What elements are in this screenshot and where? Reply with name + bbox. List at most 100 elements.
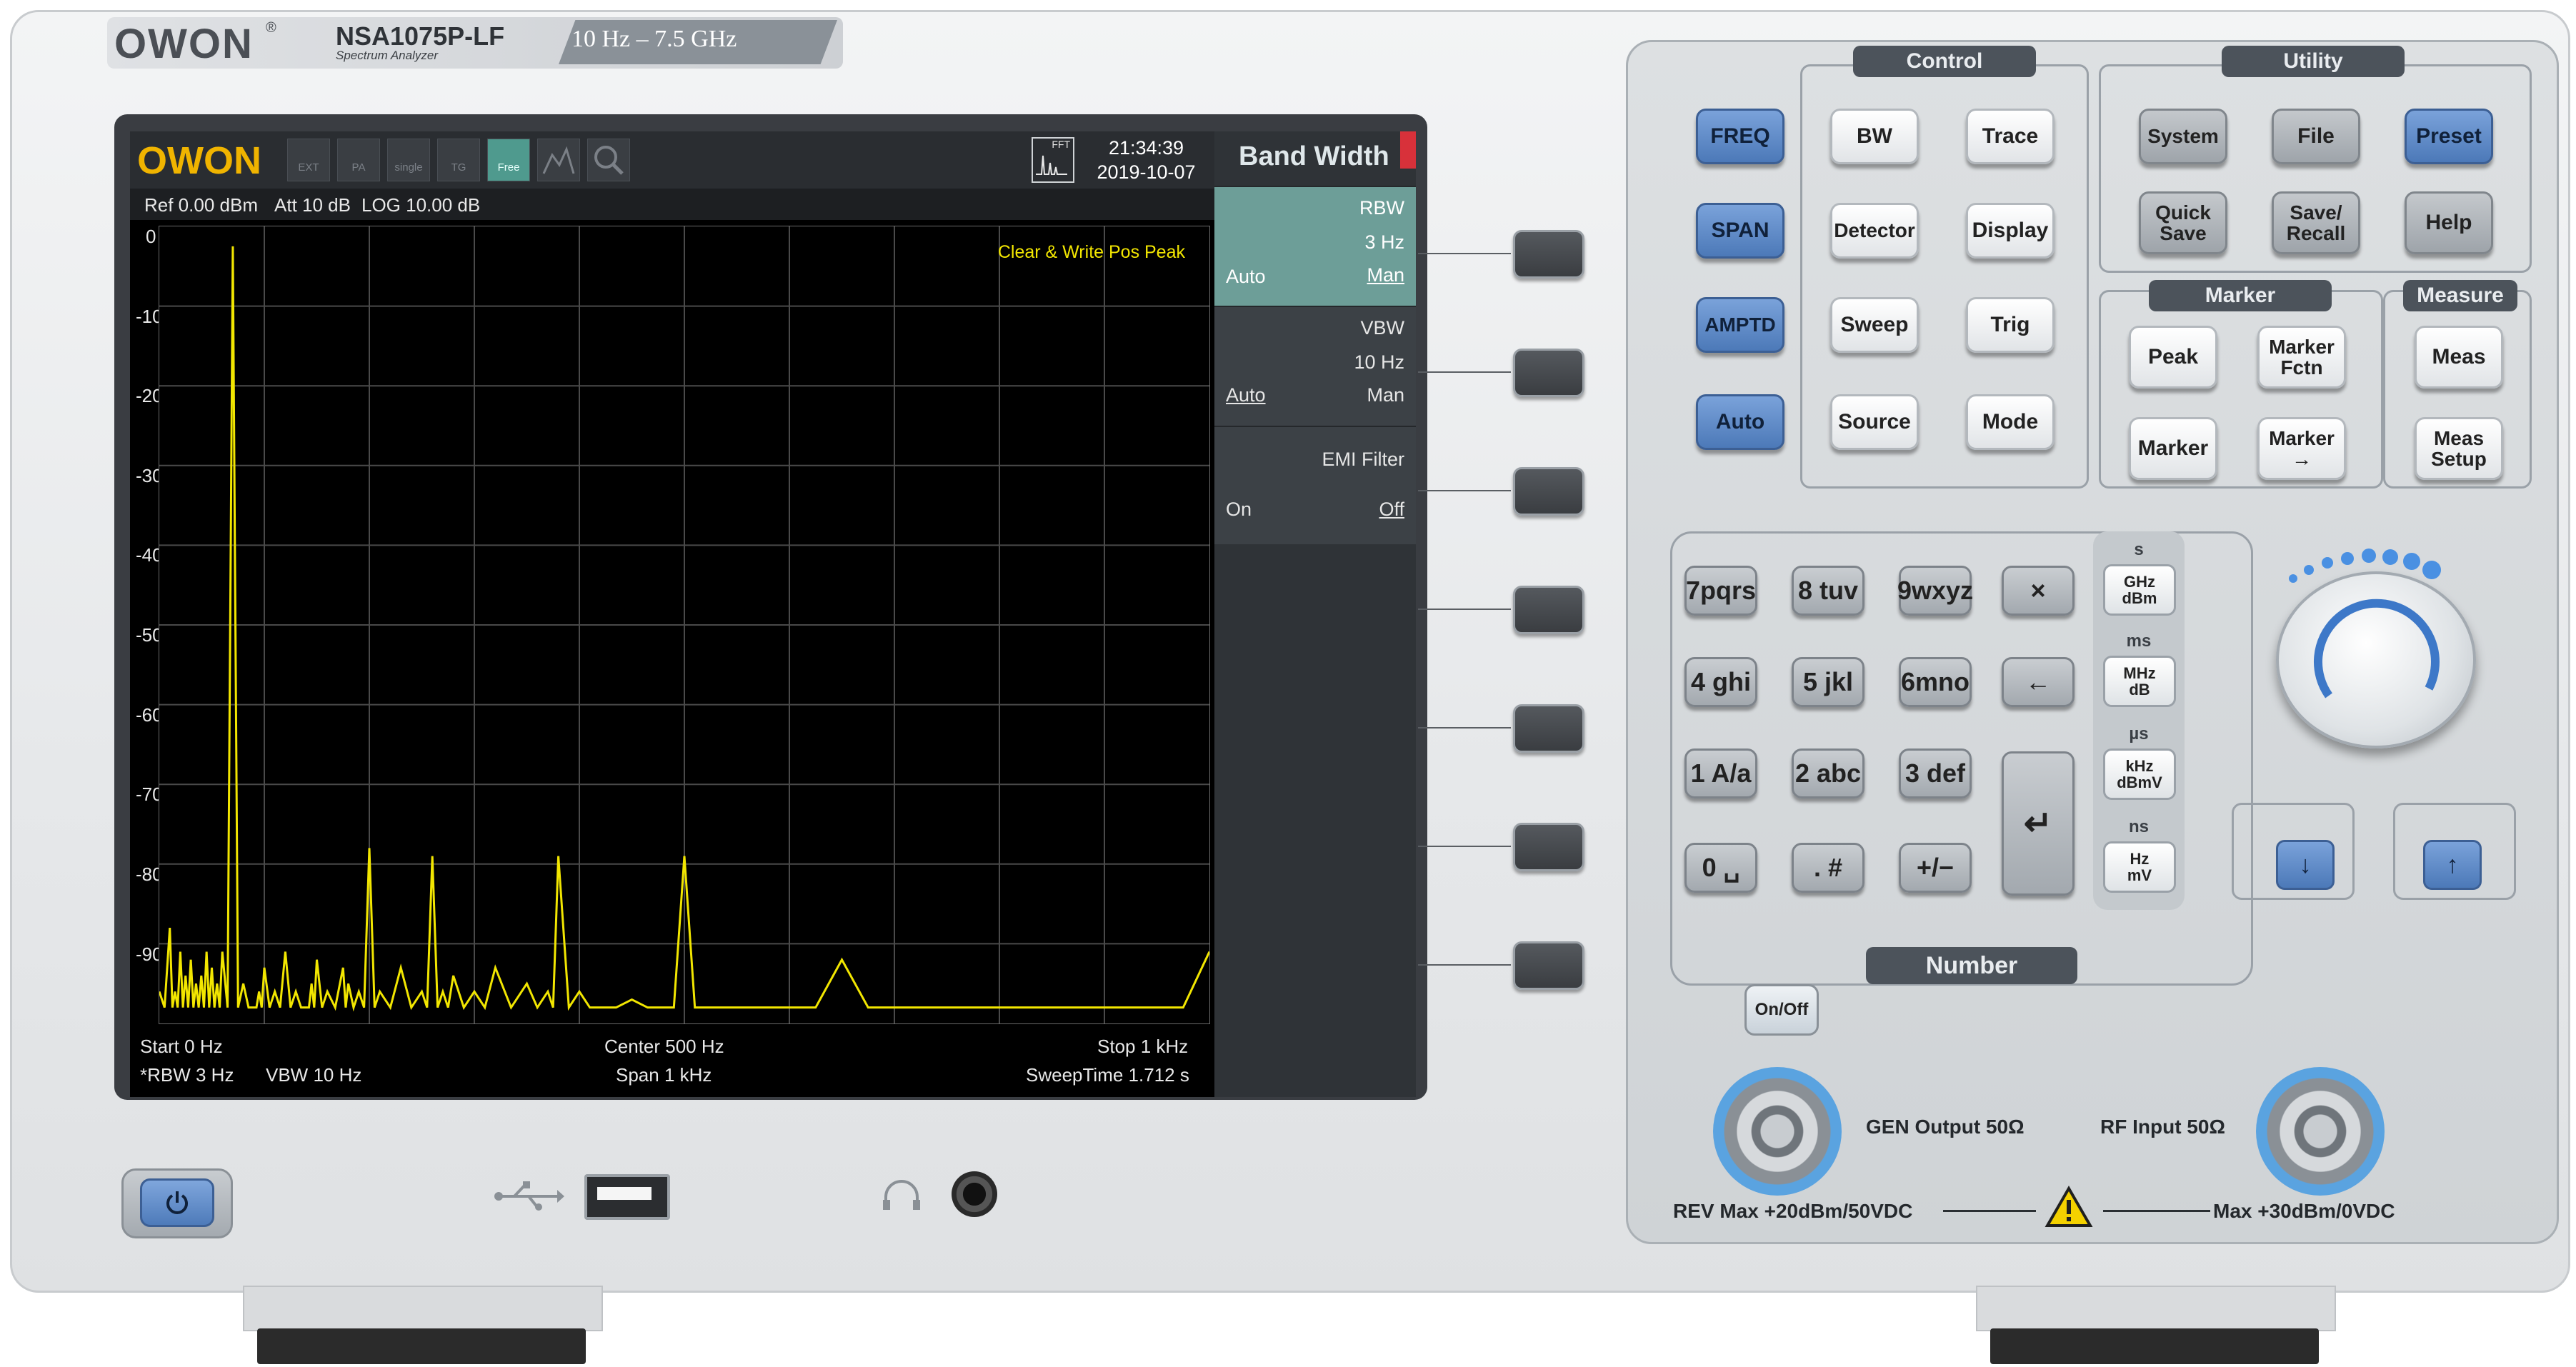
control-group-title: Control (1853, 46, 2036, 77)
power-icon (166, 1191, 188, 1214)
ghz-dbm-key[interactable]: GHz dBm (2103, 564, 2176, 616)
center-frequency: Center 500 Hz (604, 1036, 724, 1057)
mhz-db-key[interactable]: MHz dB (2103, 656, 2176, 707)
meas-key[interactable]: Meas (2415, 326, 2503, 389)
key-plus-minus[interactable]: +/− (1899, 843, 1972, 893)
usb-icon (493, 1180, 564, 1213)
up-arrow-key[interactable]: ↑ (2423, 840, 2482, 890)
preset-key[interactable]: Preset (2405, 109, 2493, 164)
unit-label-s: s (2134, 540, 2144, 559)
file-key[interactable]: File (2272, 109, 2360, 164)
softkey-4[interactable] (1513, 586, 1584, 634)
key-1[interactable]: 1 A/a (1684, 748, 1757, 798)
key-dot[interactable]: . # (1792, 843, 1864, 893)
down-arrow-key[interactable]: ↓ (2276, 840, 2335, 890)
help-key[interactable]: Help (2405, 191, 2493, 254)
brand-logo: OWON (114, 21, 254, 67)
softkey-menu: Band Width RBW 3 Hz Auto Man VBW 10 Hz A… (1214, 131, 1416, 1097)
number-group-title: Number (1866, 947, 2077, 984)
fft-icon: FFT (1032, 137, 1074, 183)
stop-frequency: Stop 1 kHz (1097, 1036, 1189, 1057)
vbw-value: VBW 10 Hz (266, 1064, 362, 1086)
marker-fctn-key[interactable]: Marker Fctn (2257, 326, 2346, 389)
marker-key[interactable]: Marker (2129, 417, 2217, 480)
emi-off: Off (1379, 499, 1404, 520)
softkey-line (1418, 846, 1511, 847)
softkey-2[interactable] (1513, 349, 1584, 397)
freq-key[interactable]: FREQ (1696, 109, 1784, 164)
start-frequency: Start 0 Hz (140, 1036, 223, 1057)
power-button[interactable] (140, 1178, 214, 1227)
softkey-line (1418, 253, 1511, 254)
key-4[interactable]: 4 ghi (1684, 657, 1757, 707)
softkey-line (1418, 964, 1511, 966)
menu-item-vbw[interactable]: VBW 10 Hz Auto Man (1214, 306, 1416, 426)
save-recall-key[interactable]: Save/ Recall (2272, 191, 2360, 254)
display-key[interactable]: Display (1966, 203, 2055, 259)
rf-input-connector[interactable] (2256, 1067, 2385, 1196)
key-2[interactable]: 2 abc (1792, 748, 1864, 798)
screen-info-bar: Ref 0.00 dBm Att 10 dB LOG 10.00 dB (130, 189, 1214, 220)
model-subtitle: Spectrum Analyzer (336, 49, 438, 62)
system-key[interactable]: System (2139, 109, 2227, 164)
clock-time: 21:34:39 (1108, 137, 1184, 159)
key-6[interactable]: 6mno (1899, 657, 1972, 707)
khz-dbmv-key[interactable]: kHz dBmV (2103, 748, 2176, 800)
key-7[interactable]: 7pqrs (1684, 566, 1757, 616)
detector-key[interactable]: Detector (1830, 203, 1919, 259)
warning-line-left (1943, 1210, 2036, 1212)
key-8[interactable]: 8 tuv (1792, 566, 1864, 616)
meas-setup-key[interactable]: Meas Setup (2415, 417, 2503, 480)
spectrum-plot[interactable]: Clear & Write Pos Peak (158, 226, 1211, 1024)
unit-label-us: µs (2129, 724, 2149, 743)
unit-label-ns: ns (2128, 817, 2149, 836)
sweep-key[interactable]: Sweep (1830, 297, 1919, 353)
bw-key[interactable]: BW (1830, 109, 1919, 164)
ext-ref-icon: EXT (287, 139, 330, 181)
sweep-time: SweepTime 1.712 s (1026, 1064, 1189, 1086)
marker-to-key[interactable]: Marker → (2257, 417, 2346, 480)
source-key[interactable]: Source (1830, 394, 1919, 450)
rbw-man: Man (1367, 264, 1404, 286)
auto-key[interactable]: Auto (1696, 394, 1784, 450)
display-screen: OWON EXT PA single TG Free FFT 21:34:39 … (130, 131, 1416, 1097)
rbw-label: RBW (1359, 197, 1404, 219)
gen-output-label: GEN Output 50Ω (1866, 1116, 2025, 1138)
key-cancel[interactable]: × (2002, 566, 2075, 616)
headphone-icon (880, 1178, 923, 1210)
menu-item-rbw[interactable]: RBW 3 Hz Auto Man (1214, 186, 1416, 306)
key-9[interactable]: 9wxyz (1897, 566, 1973, 616)
span-key[interactable]: SPAN (1696, 203, 1784, 259)
menu-item-emi-filter[interactable]: EMI Filter On Off (1214, 426, 1416, 544)
reference-level: Ref 0.00 dBm (144, 194, 258, 216)
tg-on-off-key[interactable]: On/Off (1744, 984, 1819, 1036)
softkey-3[interactable] (1513, 467, 1584, 516)
softkey-7[interactable] (1513, 941, 1584, 990)
trigger-free-icon: Free (487, 139, 530, 181)
key-3[interactable]: 3 def (1899, 748, 1972, 798)
trig-key[interactable]: Trig (1966, 297, 2055, 353)
marker-group-title: Marker (2149, 280, 2332, 311)
key-5[interactable]: 5 jkl (1792, 657, 1864, 707)
softkey-6[interactable] (1513, 823, 1584, 871)
peak-key[interactable]: Peak (2129, 326, 2217, 389)
trace-key[interactable]: Trace (1966, 109, 2055, 164)
key-enter[interactable]: ↵ (2002, 751, 2075, 896)
tracking-generator-icon: TG (437, 139, 480, 181)
key-0[interactable]: 0 ␣ (1684, 843, 1757, 893)
softkey-line (1418, 490, 1511, 491)
softkey-5[interactable] (1513, 704, 1584, 753)
spectrum-svg (158, 226, 1211, 1023)
amptd-key[interactable]: AMPTD (1696, 297, 1784, 353)
gen-output-connector[interactable] (1713, 1067, 1842, 1196)
key-backspace[interactable]: ← (2002, 657, 2075, 707)
hz-mv-key[interactable]: Hz mV (2103, 841, 2176, 893)
screen-status-bar: OWON EXT PA single TG Free FFT 21:34:39 … (130, 131, 1214, 189)
softkey-1[interactable] (1513, 230, 1584, 279)
quick-save-key[interactable]: Quick Save (2139, 191, 2227, 254)
mode-key[interactable]: Mode (1966, 394, 2055, 450)
usb-port[interactable] (584, 1174, 670, 1220)
rotary-knob[interactable] (2276, 571, 2476, 748)
headphone-jack[interactable] (952, 1171, 997, 1217)
left-foot (243, 1286, 603, 1331)
